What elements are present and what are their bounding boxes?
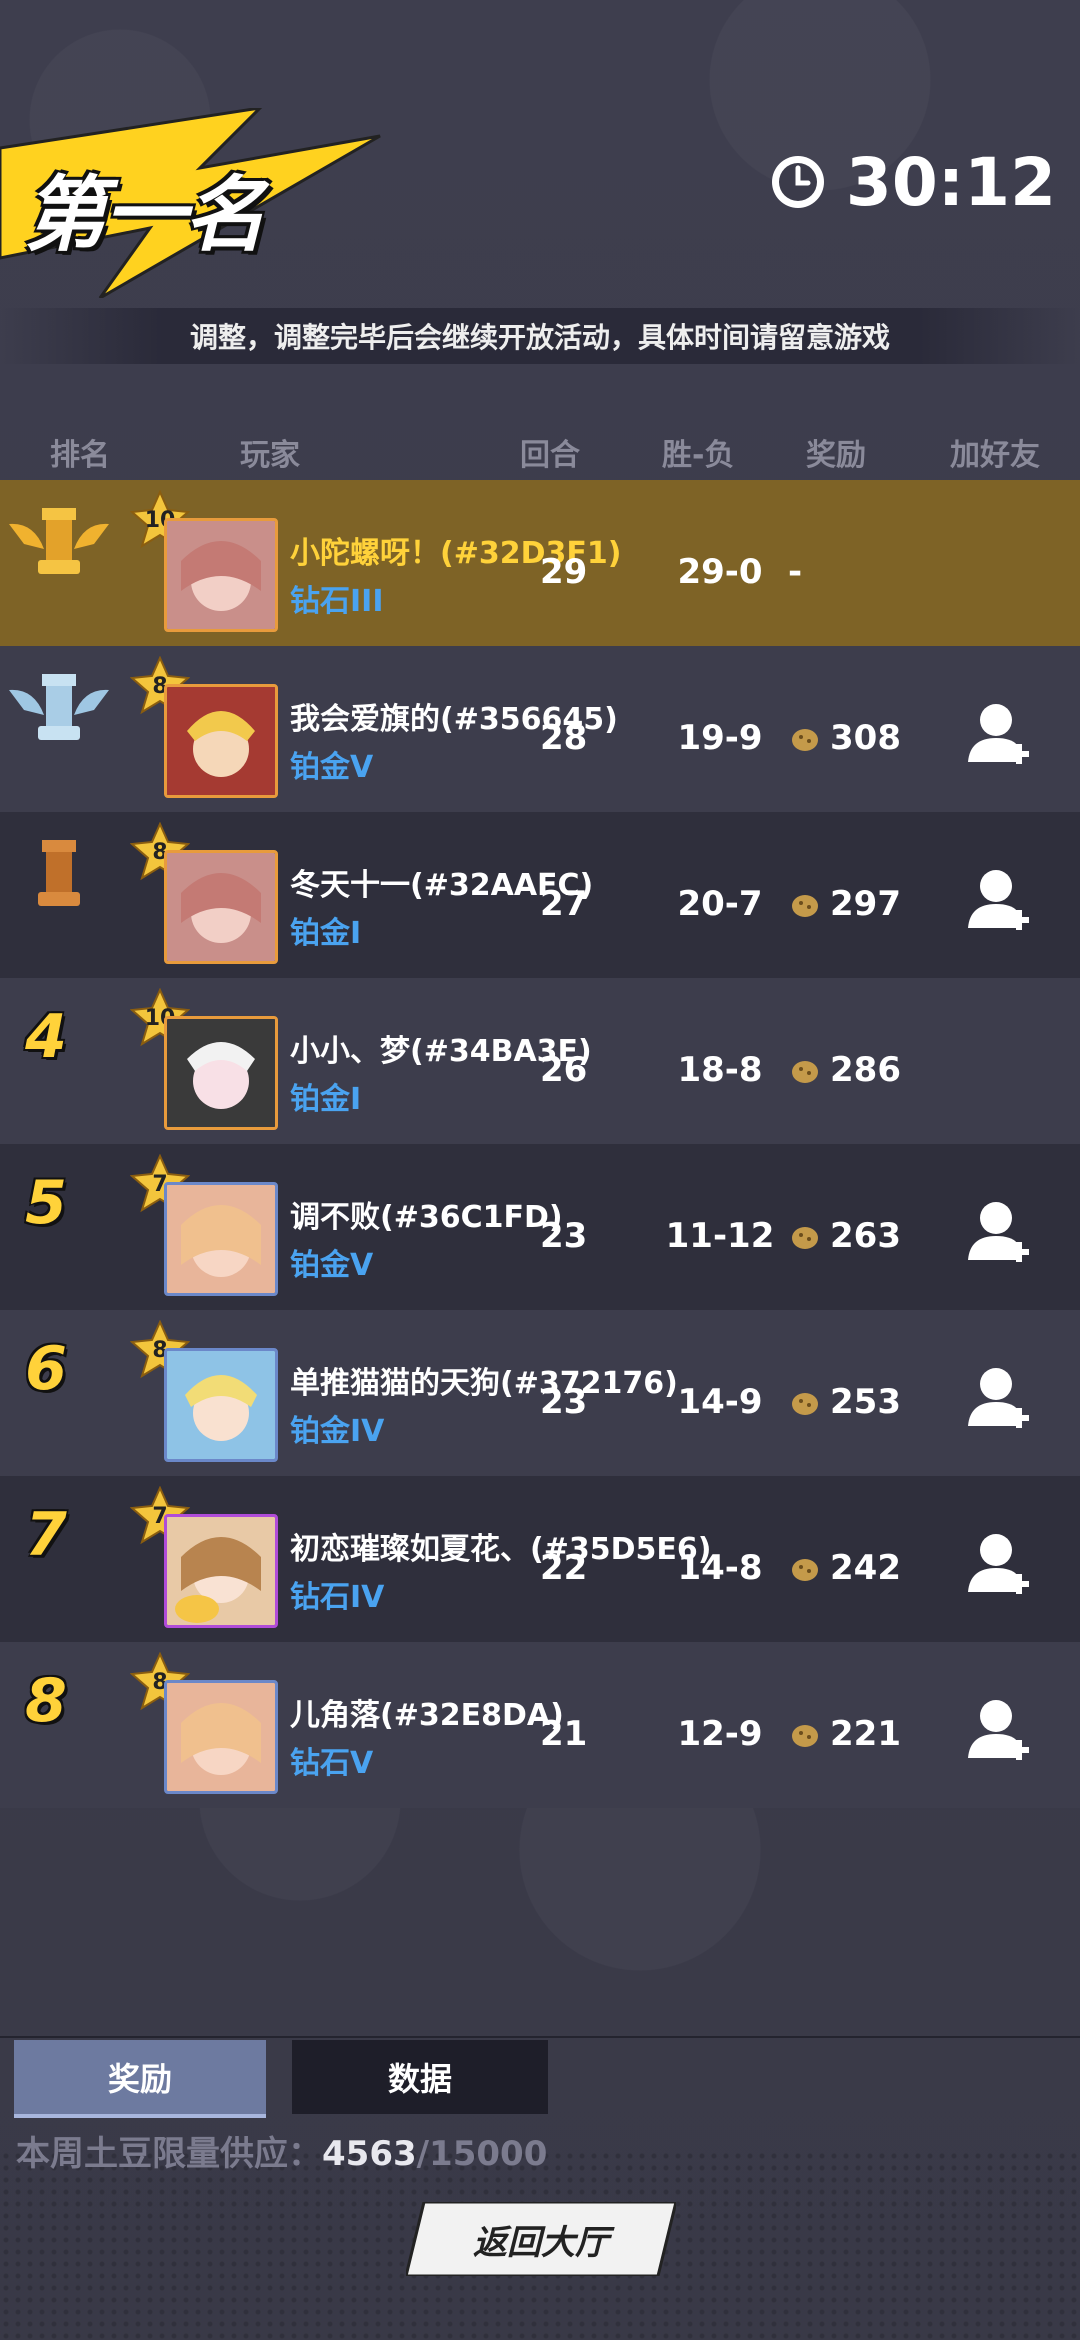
reward-value: 263 — [788, 1216, 901, 1256]
column-headers: 排名 玩家 回合 胜-负 奖励 加好友 — [0, 430, 1080, 480]
reward-value: 308 — [788, 718, 901, 758]
tab-divider — [0, 2036, 1080, 2038]
win-loss-value: 18-8 — [677, 1050, 763, 1090]
reward-value: 242 — [788, 1548, 901, 1588]
win-loss-value: 29-0 — [677, 552, 763, 592]
rounds-value: 22 — [540, 1548, 588, 1588]
col-rank: 排名 — [50, 438, 110, 473]
reward-value: - — [788, 552, 803, 592]
player-tier: 钻石IV — [290, 1580, 385, 1615]
rounds-value: 26 — [540, 1050, 588, 1090]
col-reward: 奖励 — [806, 438, 866, 473]
potato-coin-icon — [792, 1061, 818, 1083]
player-tier: 铂金IV — [290, 1414, 385, 1449]
player-name: 单推猫猫的天狗(#372176) — [290, 1366, 678, 1401]
win-loss-value: 20-7 — [677, 884, 763, 924]
col-player: 玩家 — [240, 438, 300, 473]
potato-coin-icon — [792, 1227, 818, 1249]
silver-trophy-icon — [9, 674, 109, 740]
player-tier: 铂金I — [290, 916, 362, 951]
avatar[interactable] — [164, 1348, 278, 1462]
avatar[interactable] — [164, 518, 278, 632]
add-friend-icon[interactable] — [966, 698, 1036, 768]
ranking-list: 10 小陀螺呀！(#32D3F1) 钻石III 29 29-0 - 8 我会爱旗… — [0, 480, 1080, 1808]
return-lobby-label: 返回大厅 — [473, 2222, 609, 2263]
player-tier: 铂金V — [290, 750, 374, 785]
rank-number: 8 — [25, 1666, 67, 1736]
reward-value: 253 — [788, 1382, 901, 1422]
supply-current: 4563 — [322, 2134, 417, 2174]
col-win-loss: 胜-负 — [662, 438, 735, 473]
avatar[interactable] — [164, 1680, 278, 1794]
tab-data[interactable]: 数据 — [292, 2040, 548, 2114]
player-name: 初恋璀璨如夏花、(#35D5E6) — [290, 1532, 712, 1567]
avatar[interactable] — [164, 1182, 278, 1296]
player-tier: 铂金I — [290, 1082, 362, 1117]
avatar[interactable] — [164, 1016, 278, 1130]
supply-total: /15000 — [416, 2134, 548, 2174]
win-loss-value: 19-9 — [677, 718, 763, 758]
potato-coin-icon — [792, 895, 818, 917]
avatar[interactable] — [164, 850, 278, 964]
weekly-supply: 本周土豆限量供应：4563/15000 — [16, 2126, 547, 2175]
win-loss-value: 14-9 — [677, 1382, 763, 1422]
add-friend-icon[interactable] — [966, 1196, 1036, 1266]
win-loss-value: 14-8 — [677, 1548, 763, 1588]
potato-coin-icon — [792, 1559, 818, 1581]
potato-coin-icon — [792, 729, 818, 751]
table-row[interactable]: 7 7 初恋璀璨如夏花、(#35D5E6) 钻石IV 22 14-8 242 — [0, 1476, 1080, 1642]
player-tier: 钻石III — [290, 584, 384, 619]
clock-icon — [771, 156, 824, 208]
table-row[interactable]: 4 10 小小、梦(#34BA3E) 铂金I 26 18-8 286 — [0, 978, 1080, 1144]
player-tier: 铂金V — [290, 1248, 374, 1283]
page-title: 第一名 — [24, 168, 266, 263]
rounds-value: 21 — [540, 1714, 588, 1754]
bronze-trophy-icon — [38, 840, 80, 906]
potato-coin-icon — [792, 1725, 818, 1747]
tab-reward[interactable]: 奖励 — [14, 2040, 266, 2118]
add-friend-icon[interactable] — [966, 864, 1036, 934]
player-tier: 钻石V — [290, 1746, 374, 1781]
player-name: 儿角落(#32E8DA) — [290, 1698, 564, 1733]
rank-number: 4 — [25, 1002, 67, 1072]
reward-value: 297 — [788, 884, 901, 924]
rank-number: 5 — [25, 1168, 67, 1238]
col-add-friend: 加好友 — [950, 438, 1040, 473]
avatar[interactable] — [164, 684, 278, 798]
col-rounds: 回合 — [520, 438, 580, 473]
rank-number: 6 — [25, 1334, 67, 1404]
rounds-value: 27 — [540, 884, 588, 924]
gold-trophy-icon — [9, 508, 109, 574]
supply-label: 本周土豆限量供应： — [16, 2134, 322, 2174]
timer-text: 30:12 — [845, 143, 1056, 221]
add-friend-icon[interactable] — [966, 1694, 1036, 1764]
rounds-value: 29 — [540, 552, 588, 592]
reward-value: 221 — [788, 1714, 901, 1754]
reward-value: 286 — [788, 1050, 901, 1090]
add-friend-icon[interactable] — [966, 1528, 1036, 1598]
table-row[interactable]: 10 小陀螺呀！(#32D3F1) 钻石III 29 29-0 - — [0, 480, 1080, 646]
player-name: 调不败(#36C1FD) — [290, 1200, 563, 1235]
notice-banner: 调整，调整完毕后会继续开放活动，具体时间请留意游戏 — [0, 308, 1080, 364]
table-row[interactable]: 6 8 单推猫猫的天狗(#372176) 铂金IV 23 14-9 253 — [0, 1310, 1080, 1476]
win-loss-value: 11-12 — [665, 1216, 775, 1256]
rounds-value: 23 — [540, 1216, 588, 1256]
rounds-value: 28 — [540, 718, 588, 758]
rank-number: 7 — [25, 1500, 67, 1570]
table-row[interactable]: 8 我会爱旗的(#356645) 铂金V 28 19-9 308 — [0, 646, 1080, 812]
win-loss-value: 12-9 — [677, 1714, 763, 1754]
rounds-value: 23 — [540, 1382, 588, 1422]
table-row[interactable]: 8 8 儿角落(#32E8DA) 钻石V 21 12-9 221 — [0, 1642, 1080, 1808]
return-lobby-button[interactable]: 返回大厅 — [406, 2202, 676, 2276]
potato-coin-icon — [792, 1393, 818, 1415]
countdown-timer: 30:12 — [768, 142, 1056, 222]
add-friend-icon[interactable] — [966, 1362, 1036, 1432]
avatar[interactable] — [164, 1514, 278, 1628]
table-row[interactable]: 8 冬天十一(#32AAFC) 铂金I 27 20-7 297 — [0, 812, 1080, 978]
table-row[interactable]: 5 7 调不败(#36C1FD) 铂金V 23 11-12 263 — [0, 1144, 1080, 1310]
